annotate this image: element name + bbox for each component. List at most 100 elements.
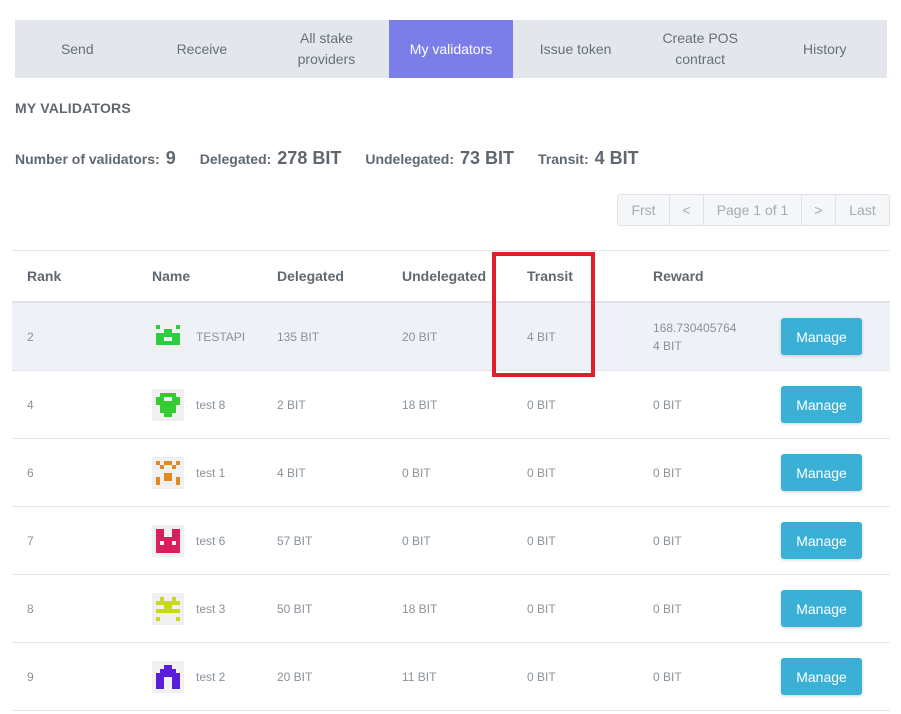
header-rank: Rank (27, 268, 62, 284)
row-reward: 0 BIT (653, 600, 779, 618)
stat-transit: Transit: 4 BIT (538, 148, 639, 169)
tab-history[interactable]: History (762, 20, 887, 78)
table-row: 9 test 2 20 BIT 11 BIT 0 BIT 0 BIT Manag… (12, 643, 890, 711)
row-rank: 4 (27, 397, 34, 412)
row-action: Manage (779, 522, 890, 559)
tab-create-pos-contract[interactable]: Create POS contract (638, 20, 763, 78)
header-delegated: Delegated (277, 268, 344, 284)
tab-receive[interactable]: Receive (140, 20, 265, 78)
row-undelegated: 18 BIT (402, 397, 438, 412)
table-row: 8 test 3 50 BIT 18 BIT 0 BIT 0 BIT Manag… (12, 575, 890, 643)
reward-amount: 168.730405764 (653, 320, 737, 335)
stat-delegated-label: Delegated: (199, 151, 272, 167)
manage-button[interactable]: Manage (781, 658, 862, 695)
pagination: Frst < Page 1 of 1 > Last (617, 194, 890, 226)
pager-page-info: Page 1 of 1 (704, 195, 802, 225)
row-reward: 0 BIT (653, 464, 779, 482)
row-action: Manage (779, 318, 890, 355)
header-undelegated: Undelegated (402, 268, 487, 284)
row-transit: 0 BIT (527, 397, 556, 412)
identicon-avatar (152, 524, 184, 557)
manage-button[interactable]: Manage (781, 454, 862, 491)
row-transit: 0 BIT (527, 601, 556, 616)
validator-name: test 1 (196, 465, 226, 480)
reward-amount: 0 BIT (653, 533, 682, 548)
row-reward: 168.730405764 4 BIT (653, 319, 779, 355)
manage-button[interactable]: Manage (781, 522, 862, 559)
row-name: test 3 (152, 592, 277, 625)
manage-button[interactable]: Manage (781, 590, 862, 627)
identicon-avatar (152, 592, 184, 625)
identicon-avatar (152, 456, 184, 489)
identicon-avatar (152, 660, 184, 693)
row-transit: 4 BIT (527, 329, 556, 344)
row-delegated: 135 BIT (277, 329, 320, 344)
row-transit: 0 BIT (527, 533, 556, 548)
identicon-avatar (152, 388, 184, 421)
tab-send[interactable]: Send (15, 20, 140, 78)
row-undelegated: 11 BIT (402, 669, 437, 684)
row-delegated: 57 BIT (277, 533, 313, 548)
row-name: test 1 (152, 456, 277, 489)
page-title: MY VALIDATORS (15, 100, 131, 116)
pager-next-button[interactable]: > (802, 195, 836, 225)
validator-name: test 3 (196, 601, 226, 616)
row-reward: 0 BIT (653, 396, 779, 414)
row-delegated: 2 BIT (277, 397, 306, 412)
table-header: Rank Name Delegated Undelegated Transit … (12, 250, 890, 303)
row-action: Manage (779, 590, 890, 627)
row-action: Manage (779, 454, 890, 491)
reward-amount: 0 BIT (653, 397, 682, 412)
validator-stats: Number of validators: 9 Delegated: 278 B… (15, 148, 663, 169)
stat-transit-label: Transit: (538, 151, 589, 167)
row-name: test 2 (152, 660, 277, 693)
row-reward: 0 BIT (653, 668, 779, 686)
row-rank: 9 (27, 669, 34, 684)
row-action: Manage (779, 386, 890, 423)
row-delegated: 4 BIT (277, 465, 306, 480)
stat-undelegated: Undelegated: 73 BIT (365, 148, 514, 169)
stat-undelegated-label: Undelegated: (365, 151, 455, 167)
row-undelegated: 20 BIT (402, 329, 438, 344)
row-transit: 0 BIT (527, 465, 556, 480)
tab-my-validators[interactable]: My validators (388, 20, 514, 78)
validators-table: Rank Name Delegated Undelegated Transit … (12, 250, 890, 711)
row-name: test 8 (152, 388, 277, 421)
reward-amount: 0 BIT (653, 669, 682, 684)
header-transit: Transit (527, 268, 573, 284)
reward-bit: 4 BIT (653, 338, 682, 353)
row-reward: 0 BIT (653, 532, 779, 550)
row-transit: 0 BIT (527, 669, 556, 684)
validator-name: test 2 (196, 669, 226, 684)
row-name: test 6 (152, 524, 277, 557)
row-rank: 2 (27, 329, 34, 344)
stat-validators-label: Number of validators: (15, 151, 160, 167)
row-rank: 8 (27, 601, 34, 616)
pager-first-button[interactable]: Frst (618, 195, 670, 225)
table-row: 6 test 1 4 BIT 0 BIT 0 BIT 0 BIT Manage (12, 439, 890, 507)
row-name: TESTAPI (152, 320, 277, 353)
row-undelegated: 0 BIT (402, 533, 431, 548)
tab-all-stake-providers[interactable]: All stake providers (264, 20, 389, 78)
stat-validators-value: 9 (165, 148, 176, 168)
manage-button[interactable]: Manage (781, 386, 862, 423)
pager-last-button[interactable]: Last (836, 195, 889, 225)
stat-transit-value: 4 BIT (594, 148, 639, 168)
pager-prev-button[interactable]: < (670, 195, 704, 225)
row-action: Manage (779, 658, 890, 695)
header-name: Name (152, 268, 191, 284)
tab-issue-token[interactable]: Issue token (513, 20, 638, 78)
row-delegated: 50 BIT (277, 601, 313, 616)
stat-undelegated-value: 73 BIT (460, 148, 515, 168)
reward-amount: 0 BIT (653, 601, 682, 616)
header-reward: Reward (653, 268, 704, 284)
main-tabs: Send Receive All stake providers My vali… (15, 20, 887, 78)
stat-validators: Number of validators: 9 (15, 148, 176, 169)
row-undelegated: 18 BIT (402, 601, 438, 616)
row-rank: 7 (27, 533, 34, 548)
manage-button[interactable]: Manage (781, 318, 862, 355)
table-row: 7 test 6 57 BIT 0 BIT 0 BIT 0 BIT Manage (12, 507, 890, 575)
validator-name: TESTAPI (196, 329, 246, 344)
stat-delegated-value: 278 BIT (277, 148, 342, 168)
row-undelegated: 0 BIT (402, 465, 431, 480)
